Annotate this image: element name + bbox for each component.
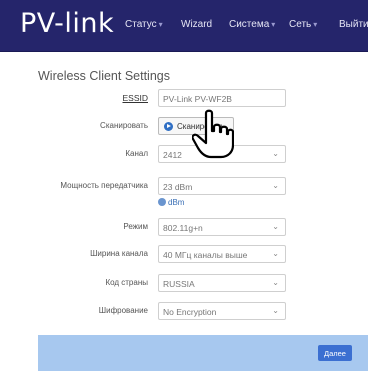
channel-label: Канал [125,149,148,158]
encryption-value: No Encryption [163,307,217,317]
play-circle-icon [164,122,173,131]
essid-label: ESSID [122,93,148,103]
chevron-down-icon: ⌄ [272,149,279,158]
page-title: Wireless Client Settings [38,69,170,83]
essid-input[interactable]: PV-Link PV-WF2B [158,89,286,107]
nav-item-label: Статус [125,19,157,30]
tx-power-value: 23 dBm [163,182,193,192]
nav-item-network[interactable]: Сеть ▾ [289,19,317,30]
width-row: Ширина канала 40 МГц каналы выше ⌄ [0,245,368,265]
encryption-row: Шифрование No Encryption ⌄ [0,302,368,322]
country-row: Код страны RUSSIA ⌄ [0,274,368,294]
mode-value: 802.11g+n [163,223,203,233]
nav-item-label: Сеть [289,19,312,30]
nav-item-label: Wizard [181,19,213,30]
tx-power-select[interactable]: 23 dBm ⌄ [158,177,286,195]
country-select[interactable]: RUSSIA ⌄ [158,274,286,292]
chevron-down-icon: ▾ [313,20,318,29]
scan-label: Сканировать [100,121,148,130]
chevron-down-icon: ▾ [271,20,276,29]
essid-row: ESSID PV-Link PV-WF2B [0,89,368,109]
tx-power-hint: dBm [158,198,184,207]
essid-value: PV-Link PV-WF2B [163,94,232,104]
tx-power-row: Мощность передатчика 23 dBm ⌄ dBm [0,177,368,213]
width-label: Ширина канала [90,249,148,258]
scan-row: Сканировать Сканировать [0,117,368,137]
mode-label: Режим [123,222,148,231]
encryption-select[interactable]: No Encryption ⌄ [158,302,286,320]
help-icon [158,198,166,206]
nav-item-wizard[interactable]: Wizard [181,19,212,30]
nav-item-system[interactable]: Система ▾ [229,19,275,30]
chevron-down-icon: ⌄ [272,306,279,315]
brand-logo[interactable]: PV-link [20,8,114,39]
chevron-down-icon: ⌄ [272,181,279,190]
form-footer: Далее [38,335,368,371]
nav-item-logout[interactable]: Выйти [339,19,368,30]
width-value: 40 МГц каналы выше [163,250,248,260]
country-label: Код страны [105,278,148,287]
main-content: Wireless Client Settings ESSID PV-Link P… [0,52,368,379]
width-select[interactable]: 40 МГц каналы выше ⌄ [158,245,286,263]
encryption-label: Шифрование [98,306,148,315]
tx-power-label: Мощность передатчика [60,181,148,190]
chevron-down-icon: ⌄ [272,249,279,258]
chevron-down-icon: ⌄ [272,278,279,287]
mode-select[interactable]: 802.11g+n ⌄ [158,218,286,236]
nav-item-label: Система [229,19,270,30]
chevron-down-icon: ▾ [158,20,163,29]
country-value: RUSSIA [163,279,195,289]
chevron-down-icon: ⌄ [272,222,279,231]
tx-power-hint-text: dBm [168,198,185,207]
channel-value: 2412 [163,150,182,160]
top-navbar: PV-link Статус ▾ Wizard Система ▾ Сеть ▾ Вы… [0,0,368,52]
mode-row: Режим 802.11g+n ⌄ [0,218,368,238]
hand-pointer-icon [192,109,234,159]
channel-row: Канал 2412 ⌄ [0,145,368,165]
nav-item-label: Выйти [339,19,368,30]
nav-item-status[interactable]: Статус ▾ [125,19,163,30]
next-button[interactable]: Далее [318,345,352,361]
